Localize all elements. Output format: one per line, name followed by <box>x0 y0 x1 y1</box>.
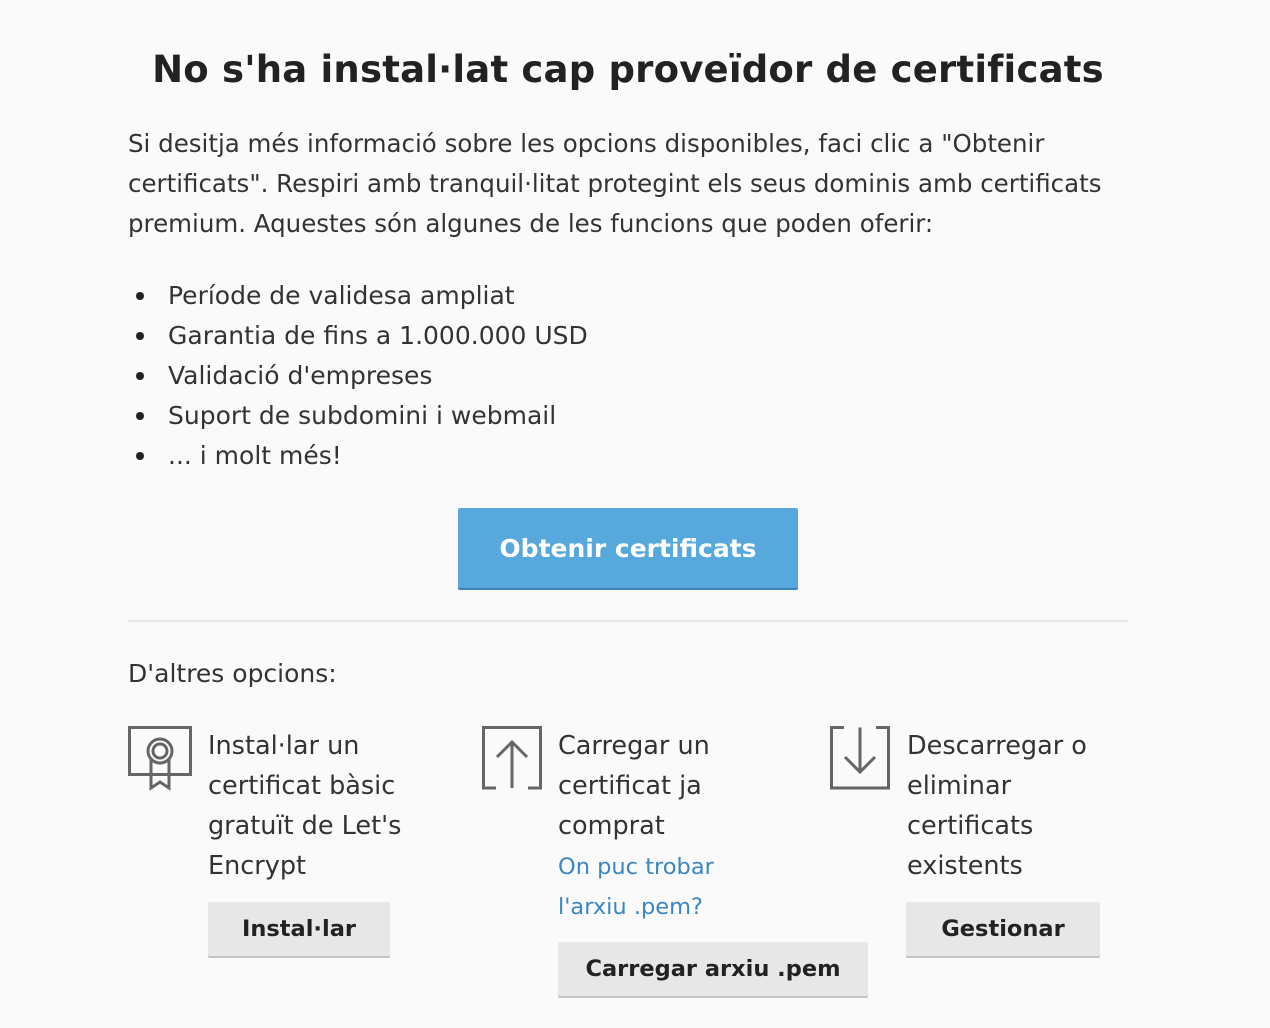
manage-option-text: Descarregar o eliminar certificats exist… <box>907 731 1087 881</box>
section-divider <box>128 620 1128 622</box>
pem-help-link[interactable]: On puc trobar l'arxiu .pem? <box>558 847 758 927</box>
feature-label: Validació d'empreses <box>168 361 433 390</box>
intro-text: Si desitja més informació sobre les opci… <box>128 129 1102 238</box>
download-arrow-icon <box>830 726 890 794</box>
feature-item: ... i molt més! <box>128 436 588 476</box>
feature-list: Període de validesa ampliat Garantia de … <box>128 276 588 476</box>
install-button[interactable]: Instal·lar <box>208 902 390 956</box>
upload-arrow-icon <box>482 726 542 794</box>
bullet-icon <box>136 412 144 420</box>
feature-item: Validació d'empreses <box>128 356 588 396</box>
bullet-icon <box>136 332 144 340</box>
upload-option-text: Carregar un certificat ja comprat <box>558 731 710 841</box>
feature-label: Garantia de fins a 1.000.000 USD <box>168 321 588 350</box>
bullet-icon <box>136 292 144 300</box>
feature-label: ... i molt més! <box>168 441 342 470</box>
get-certificates-button[interactable]: Obtenir certificats <box>458 508 798 588</box>
feature-item: Garantia de fins a 1.000.000 USD <box>128 316 588 356</box>
manage-button[interactable]: Gestionar <box>906 902 1100 956</box>
bullet-icon <box>136 452 144 460</box>
install-option-text: Instal·lar un certificat bàsic gratuït d… <box>208 731 402 881</box>
other-options-label: D'altres opcions: <box>128 659 337 688</box>
certificate-ribbon-icon <box>128 726 192 796</box>
bullet-icon <box>136 372 144 380</box>
feature-item: Suport de subdomini i webmail <box>128 396 588 436</box>
upload-pem-button[interactable]: Carregar arxiu .pem <box>558 942 868 996</box>
feature-label: Suport de subdomini i webmail <box>168 401 557 430</box>
feature-label: Període de validesa ampliat <box>168 281 515 310</box>
page-title: No s'ha instal·lat cap proveïdor de cert… <box>152 48 1104 91</box>
feature-item: Període de validesa ampliat <box>128 276 588 316</box>
